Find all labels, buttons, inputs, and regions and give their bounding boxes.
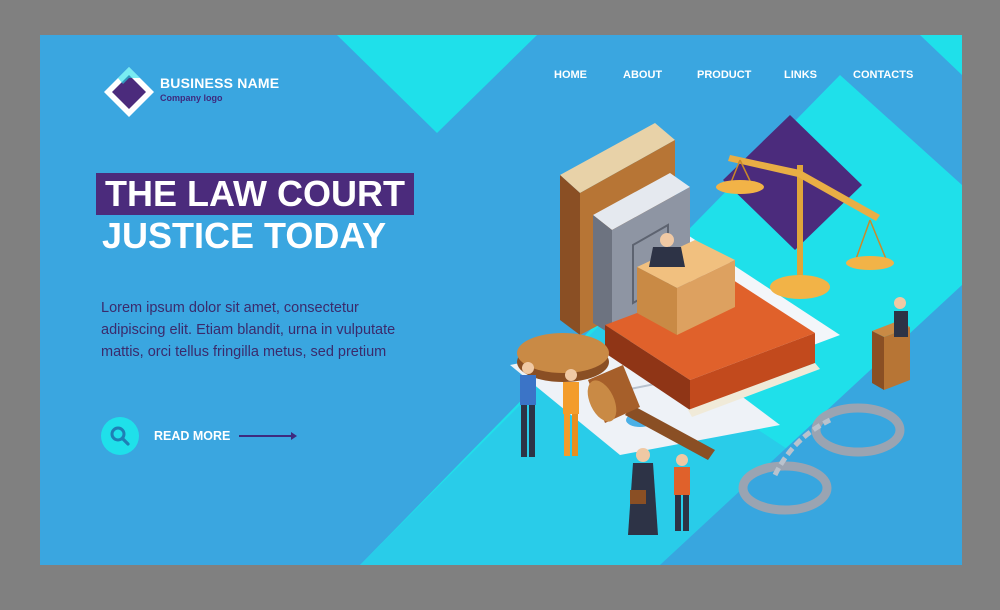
person-prisoner xyxy=(563,369,579,456)
gavel-block xyxy=(517,333,609,382)
person-police-officer xyxy=(520,362,536,457)
law-court-illustration xyxy=(510,115,910,535)
speaker-podium xyxy=(872,297,910,390)
person-woman xyxy=(674,454,690,531)
landing-page: BUSINESS NAME Company logo HOME ABOUT PR… xyxy=(40,35,962,565)
person-lawyer xyxy=(628,448,658,535)
